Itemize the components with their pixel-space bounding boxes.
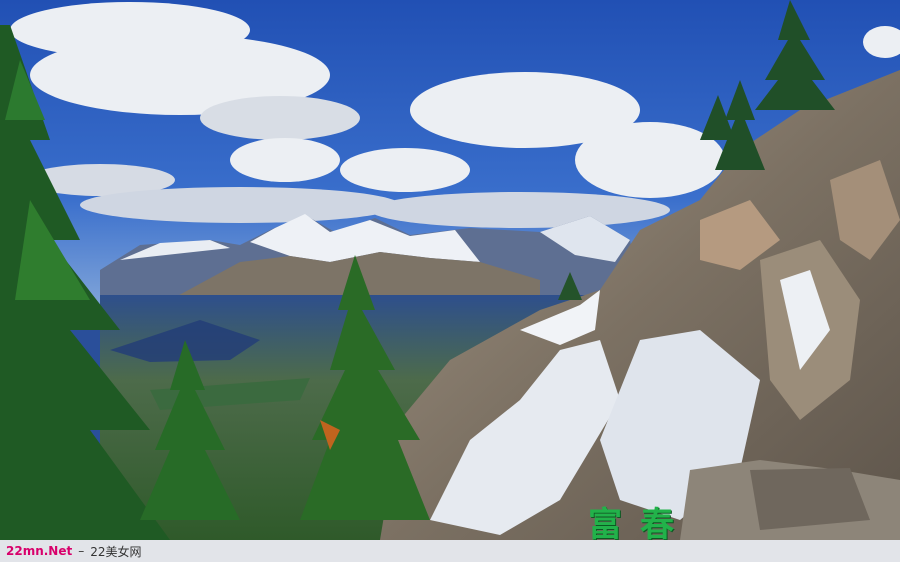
watermark-separator: – — [78, 544, 85, 558]
watermark-bar: 22mn.Net – 22美女网 — [0, 540, 900, 562]
watermark-site: 22mn.Net — [6, 544, 73, 558]
landscape-photo: 富春 22mn.Net – 22美女网 — [0, 0, 900, 562]
calligraphy-watermark: 富春 — [588, 505, 692, 545]
landscape-drawing — [0, 0, 900, 540]
watermark-name: 22美女网 — [90, 544, 142, 559]
